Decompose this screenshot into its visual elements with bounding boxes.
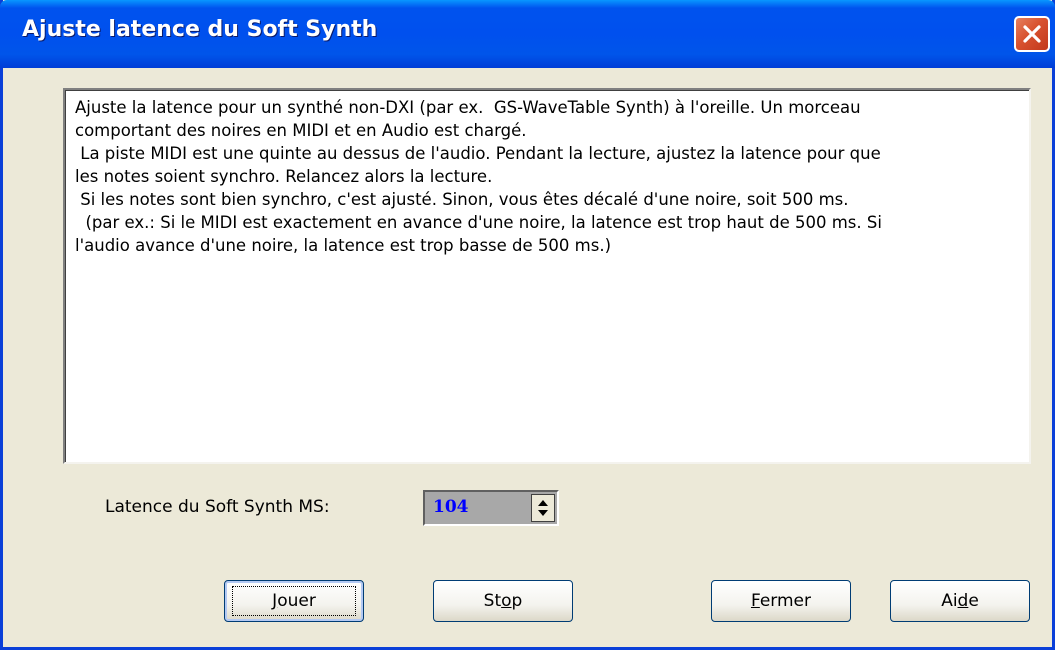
title-bar[interactable]: Ajuste latence du Soft Synth — [0, 0, 1055, 68]
close-button[interactable] — [1014, 16, 1050, 52]
dialog-window: Ajuste latence du Soft Synth Ajuste la l… — [0, 0, 1055, 650]
help-button-label: Aide — [941, 591, 979, 611]
close-button-label: Fermer — [750, 591, 812, 611]
play-button-label: Jouer — [272, 591, 316, 611]
help-button[interactable]: Aide — [890, 580, 1030, 622]
stop-button[interactable]: Stop — [433, 580, 573, 622]
spin-arrows[interactable] — [531, 494, 555, 522]
stop-button-label: Stop — [483, 591, 523, 611]
description-textbox: Ajuste la latence pour un synthé non-DXI… — [63, 88, 1031, 464]
close-icon — [1023, 25, 1041, 43]
window-title: Ajuste latence du Soft Synth — [22, 17, 378, 42]
up-down-arrow-icon — [538, 500, 548, 516]
latency-spinbox[interactable]: 104 — [423, 490, 559, 526]
close-dialog-button[interactable]: Fermer — [711, 580, 851, 622]
play-button[interactable]: Jouer — [224, 580, 364, 622]
latency-value[interactable]: 104 — [433, 497, 469, 517]
latency-label: Latence du Soft Synth MS: — [105, 497, 330, 517]
